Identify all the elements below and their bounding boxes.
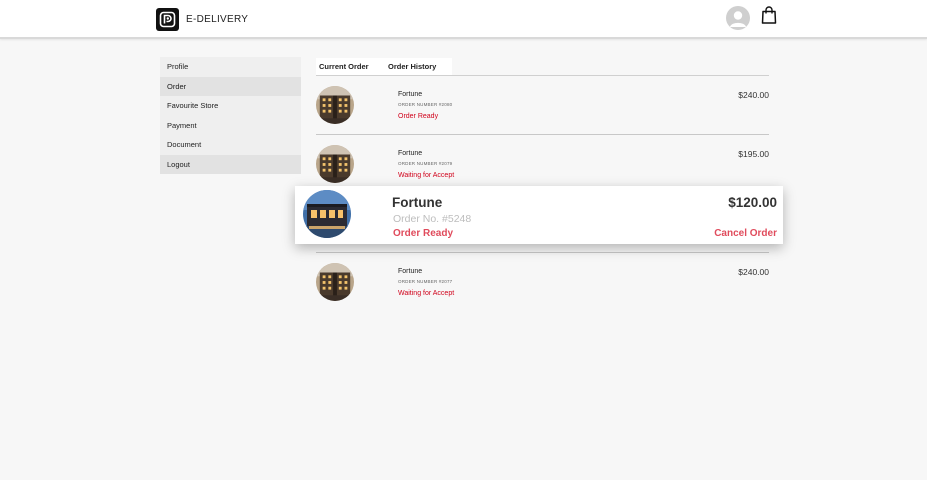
store-name: Fortune [398, 91, 423, 98]
account-sidebar: Profile Order Favourite Store Payment Do… [160, 57, 301, 174]
sidebar-item-order[interactable]: Order [160, 76, 301, 96]
order-price: $240.00 [738, 90, 769, 100]
shopping-bag-icon[interactable] [761, 6, 777, 29]
tab-order-history[interactable]: Order History [384, 58, 452, 76]
order-status: Waiting for Accept [398, 172, 455, 179]
store-name: Fortune [398, 268, 423, 275]
highlighted-order-card[interactable]: Fortune Order No. #5248 Order Ready $120… [295, 186, 783, 244]
order-price: $240.00 [738, 267, 769, 277]
store-thumbnail [303, 190, 351, 238]
order-price: $120.00 [728, 195, 777, 210]
order-row[interactable]: Fortune ORDER NUMBER #2077 Waiting for A… [316, 255, 769, 314]
order-number: Order No. #5248 [393, 213, 472, 225]
store-thumbnail [316, 145, 354, 183]
sidebar-item-logout[interactable]: Logout [160, 154, 301, 174]
order-price: $195.00 [738, 149, 769, 159]
order-row[interactable]: Fortune ORDER NUMBER #2080 Order Ready $… [316, 78, 769, 137]
brand-name[interactable]: E-DELIVERY [186, 14, 248, 25]
row-divider [316, 252, 769, 253]
row-divider [316, 134, 769, 135]
sidebar-item-favourite-store[interactable]: Favourite Store [160, 96, 301, 116]
cancel-order-button[interactable]: Cancel Order [714, 228, 777, 239]
sidebar-item-profile[interactable]: Profile [160, 57, 301, 77]
user-avatar-icon[interactable] [726, 6, 750, 30]
tab-current-order[interactable]: Current Order [316, 58, 384, 76]
order-number: ORDER NUMBER #2080 [398, 102, 453, 107]
sidebar-item-payment[interactable]: Payment [160, 116, 301, 136]
store-thumbnail [316, 263, 354, 301]
sidebar-item-document[interactable]: Document [160, 135, 301, 155]
order-number: ORDER NUMBER #2079 [398, 161, 453, 166]
top-header: E-DELIVERY [0, 0, 927, 39]
store-thumbnail [316, 86, 354, 124]
store-name: Fortune [398, 150, 423, 157]
store-name: Fortune [392, 195, 443, 210]
tabs-divider [316, 75, 769, 76]
order-status: Order Ready [398, 113, 439, 120]
brand-logo-icon[interactable] [156, 8, 179, 31]
order-status: Order Ready [393, 228, 454, 239]
order-status: Waiting for Accept [398, 290, 455, 297]
order-number: ORDER NUMBER #2077 [398, 279, 453, 284]
